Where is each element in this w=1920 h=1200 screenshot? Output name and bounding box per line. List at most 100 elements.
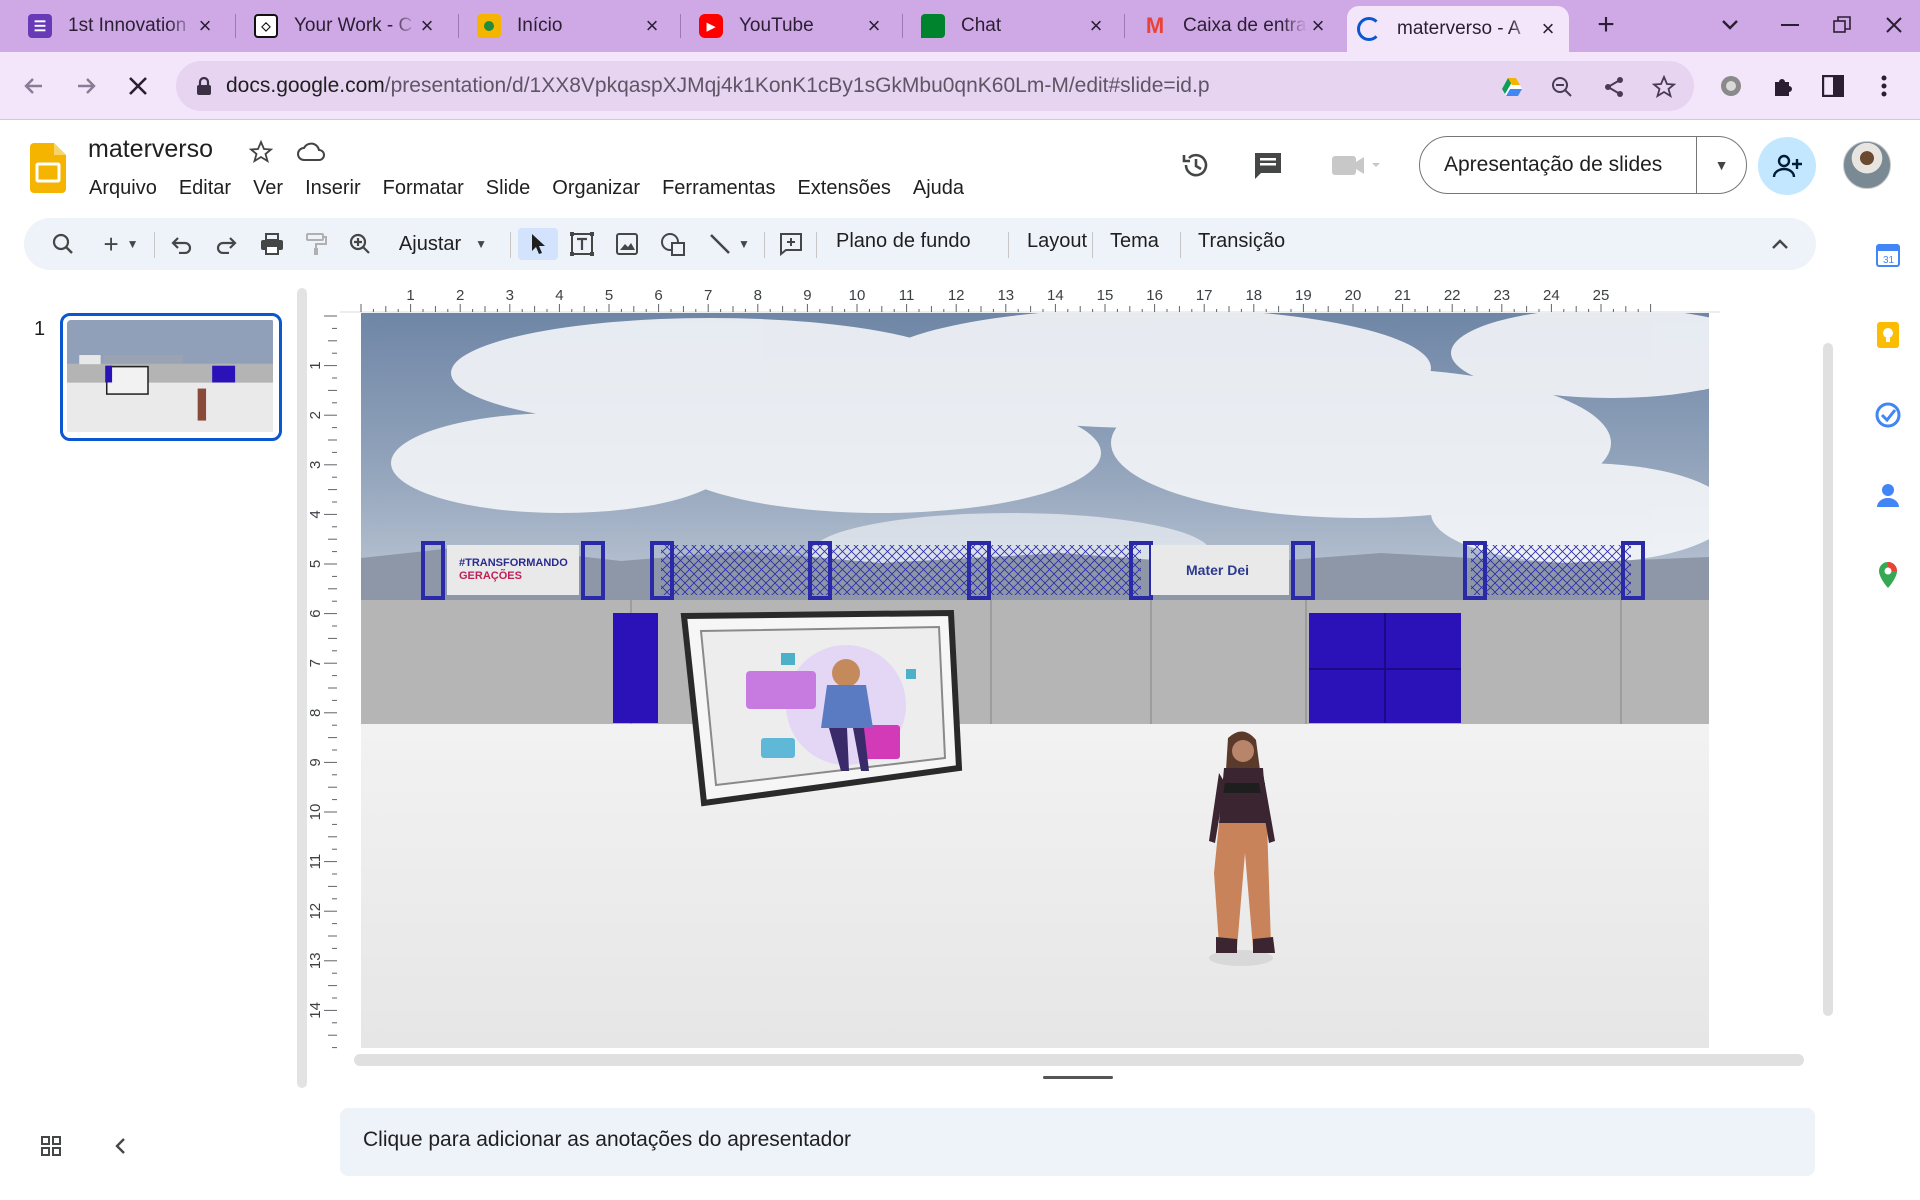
menu-organizar[interactable]: Organizar [541,175,651,202]
slide-canvas[interactable]: #TRANSFORMANDO GERAÇÕES Mater Dei [361,313,1709,1048]
slide-image[interactable]: #TRANSFORMANDO GERAÇÕES Mater Dei [361,313,1709,1048]
insert-image-button[interactable] [610,228,644,260]
classroom-icon [477,14,501,38]
chevron-down-icon[interactable]: ▼ [1697,157,1746,173]
ruler-label: 15 [1097,287,1114,304]
shape-button[interactable] [656,228,690,260]
ruler-label: 3 [506,287,514,304]
stop-button[interactable] [120,68,156,104]
zoom-select[interactable]: Ajustar ▼ [388,228,498,260]
browser-tab[interactable]: ☰ 1st Innovation × [18,6,226,46]
text-box-icon [570,232,594,256]
layout-button[interactable]: Layout [1027,230,1087,253]
slide-thumbnail-image [67,320,273,432]
menu-slide[interactable]: Slide [475,175,541,202]
insert-comment-button[interactable] [774,228,808,260]
account-avatar[interactable] [1843,141,1891,189]
slide-thumbnail[interactable] [60,313,282,441]
theme-button[interactable]: Tema [1110,230,1159,253]
ruler-label: 13 [997,287,1014,304]
menu-ferramentas[interactable]: Ferramentas [651,175,786,202]
minimize-button[interactable] [1772,10,1808,40]
menu-inserir[interactable]: Inserir [294,175,372,202]
collapse-toolbar-button[interactable] [1764,228,1796,260]
tasks-icon[interactable] [1873,400,1903,430]
browser-menu-button[interactable] [1866,68,1902,104]
browser-tab[interactable]: M Caixa de entra × [1133,6,1339,46]
background-button[interactable]: Plano de fundo [836,230,971,253]
menu-editar[interactable]: Editar [168,175,242,202]
browser-tab[interactable]: ▶ YouTube × [689,6,895,46]
paint-format-button[interactable] [300,228,332,260]
close-tab-icon[interactable]: × [641,13,663,39]
transition-button[interactable]: Transição [1198,230,1285,253]
menu-extensoes[interactable]: Extensões [786,175,901,202]
grid-view-button[interactable] [35,1130,67,1162]
google-drive-icon[interactable] [1498,73,1526,101]
slideshow-button[interactable]: Apresentação de slides ▼ [1419,136,1747,194]
share-button[interactable] [1758,137,1816,195]
share-icon[interactable] [1600,73,1628,101]
browser-toolbar: docs.google.com/presentation/d/1XX8Vpkqa… [0,52,1920,120]
menu-ver[interactable]: Ver [242,175,294,202]
undo-button[interactable] [166,228,198,260]
select-tool-button[interactable] [518,228,558,260]
google-chat-icon [921,14,945,38]
comments-button[interactable] [1248,145,1288,185]
cloud-saved-icon[interactable] [296,137,326,167]
puzzle-icon [1775,79,1792,96]
line-button[interactable]: ▼ [702,228,756,260]
close-tab-icon[interactable]: × [1085,13,1107,39]
extension-button[interactable] [1713,68,1749,104]
browser-tab-strip: ☰ 1st Innovation × ◇ Your Work - C × Iní… [0,0,1920,52]
extensions-button[interactable] [1765,68,1801,104]
shapes-icon [661,233,685,256]
new-slide-button[interactable]: + ▼ [96,228,146,260]
speaker-notes[interactable]: Clique para adicionar as anotações do ap… [340,1108,1815,1176]
version-history-button[interactable] [1176,145,1216,185]
browser-tab-active[interactable]: materverso - A × [1347,6,1569,52]
star-icon[interactable] [246,137,276,167]
back-button[interactable] [16,68,52,104]
ruler-label: 14 [1047,287,1064,304]
menu-formatar[interactable]: Formatar [372,175,475,202]
contacts-icon[interactable] [1873,480,1903,510]
google-slides-logo[interactable] [30,143,66,193]
forward-button[interactable] [68,68,104,104]
close-tab-icon[interactable]: × [416,13,438,39]
new-tab-button[interactable]: + [1588,8,1624,41]
menu-arquivo[interactable]: Arquivo [78,175,168,202]
browser-tab[interactable]: ◇ Your Work - C × [244,6,448,46]
meet-button[interactable] [1326,145,1386,185]
document-title[interactable]: materverso [88,135,213,164]
menu-ajuda[interactable]: Ajuda [902,175,975,202]
browser-tab[interactable]: Chat × [911,6,1117,46]
browser-tab[interactable]: Início × [467,6,673,46]
maps-icon[interactable] [1873,560,1903,590]
calendar-icon[interactable]: 31 [1873,240,1903,270]
tab-search-button[interactable] [1712,10,1748,40]
address-bar[interactable]: docs.google.com/presentation/d/1XX8Vpkqa… [176,61,1694,111]
close-tab-icon[interactable]: × [194,13,216,39]
close-tab-icon[interactable]: × [863,13,885,39]
ruler-label: 10 [849,287,866,304]
close-window-button[interactable] [1876,10,1912,40]
notes-resize-handle[interactable] [1043,1076,1113,1079]
redo-button[interactable] [210,228,242,260]
search-menus-button[interactable] [46,228,80,260]
side-panel-button[interactable] [1815,68,1851,104]
text-box-button[interactable] [564,228,600,260]
keep-icon[interactable] [1873,320,1903,350]
restore-button[interactable] [1824,10,1860,40]
close-tab-icon[interactable]: × [1537,16,1559,42]
canvas-horizontal-scrollbar[interactable] [354,1054,1804,1066]
close-tab-icon[interactable]: × [1307,13,1329,39]
collapse-filmstrip-button[interactable] [104,1130,136,1162]
banner-left-line2: GERAÇÕES [459,569,522,582]
zoom-button[interactable] [344,228,376,260]
search-icon [52,233,73,254]
zoom-icon[interactable] [1548,73,1576,101]
canvas-vertical-scrollbar[interactable] [1823,343,1833,1016]
star-icon[interactable] [1650,73,1678,101]
print-button[interactable] [256,228,288,260]
